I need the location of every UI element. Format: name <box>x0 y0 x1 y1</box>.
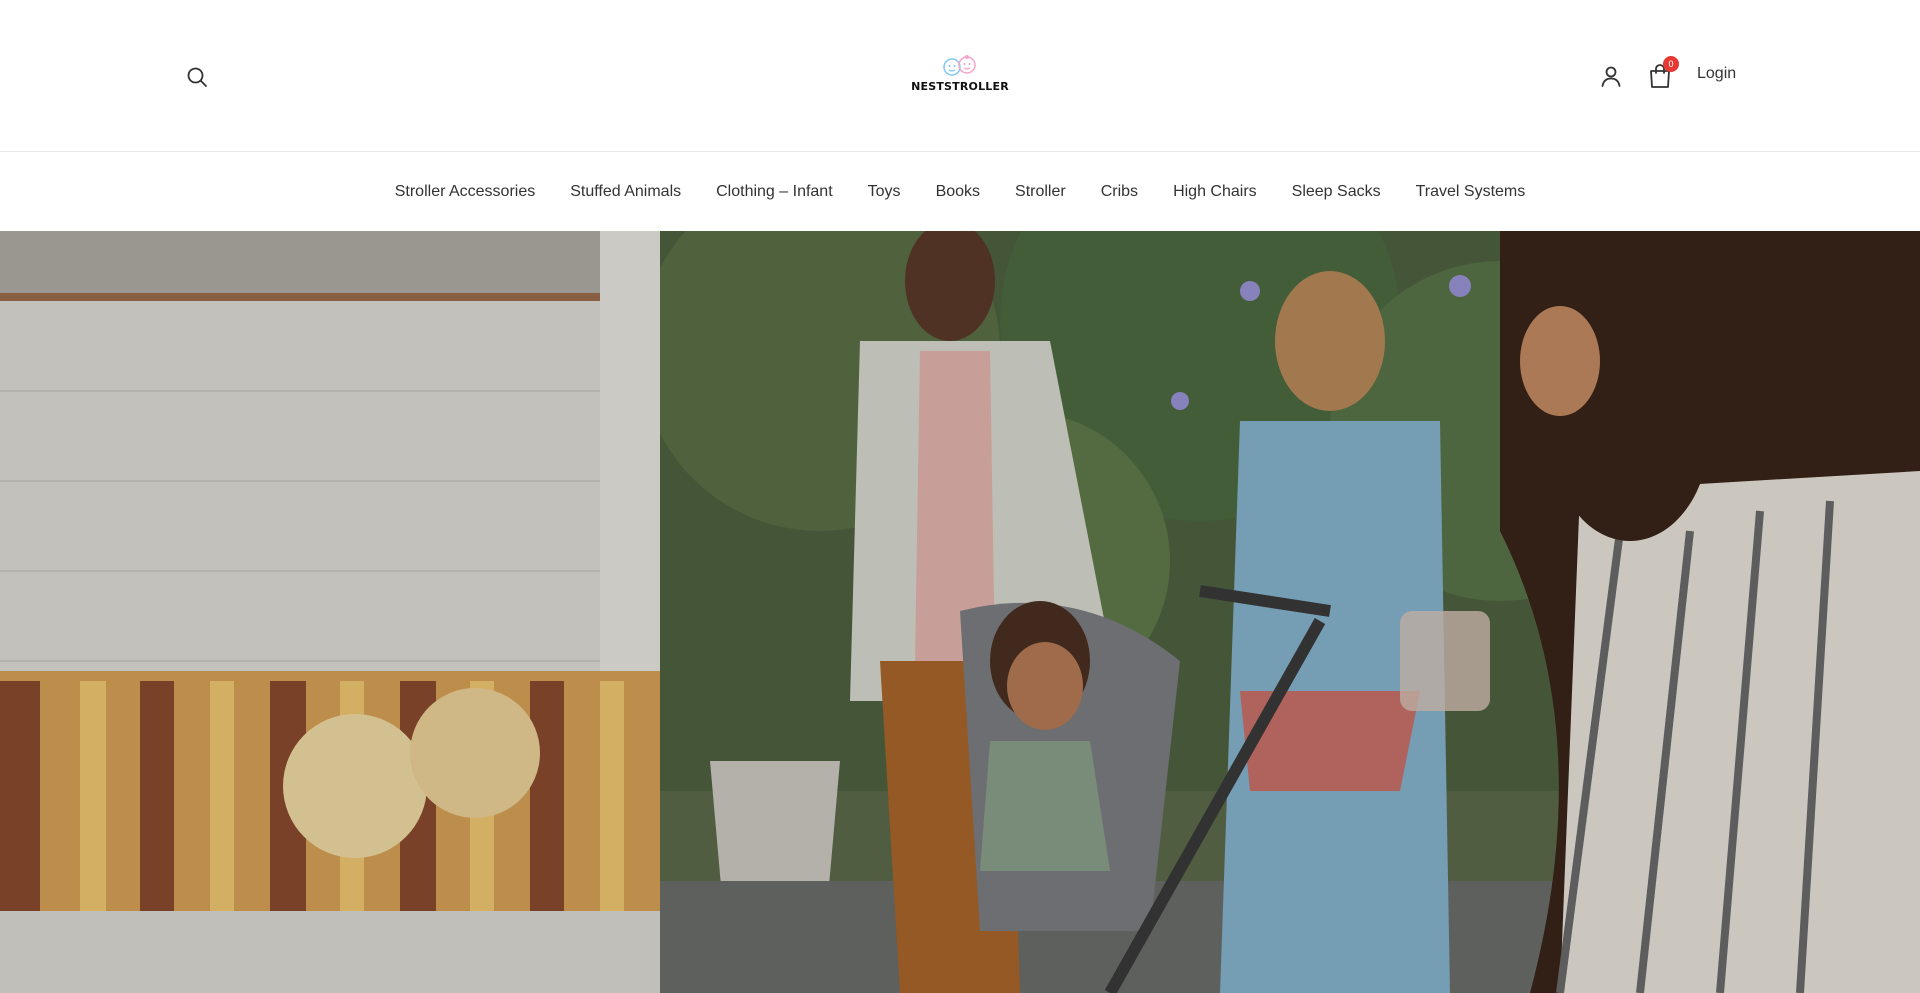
logo-wordmark: NESTSTROLLER <box>911 80 1009 93</box>
logo-icon <box>943 55 976 76</box>
nav-list: Stroller Accessories Stuffed Animals Clo… <box>377 183 1543 201</box>
cart-count-badge: 0 <box>1663 56 1679 72</box>
search-icon <box>187 67 207 87</box>
nav-item-travel-systems[interactable]: Travel Systems <box>1398 183 1543 201</box>
nav-item-high-chairs[interactable]: High Chairs <box>1156 183 1275 201</box>
account-button[interactable] <box>1598 63 1624 89</box>
site-header: NESTSTROLLER 0 Login <box>0 0 1920 152</box>
search-button[interactable] <box>184 64 210 90</box>
nav-item-stroller-accessories[interactable]: Stroller Accessories <box>377 183 553 201</box>
main-navigation: Stroller Accessories Stuffed Animals Clo… <box>0 153 1920 231</box>
nav-item-clothing-infant[interactable]: Clothing – Infant <box>699 183 851 201</box>
nav-item-sleep-sacks[interactable]: Sleep Sacks <box>1274 183 1398 201</box>
hero-banner[interactable] <box>0 231 1920 993</box>
hero-image <box>0 231 1920 993</box>
login-link[interactable]: Login <box>1697 65 1736 83</box>
nav-item-toys[interactable]: Toys <box>850 183 918 201</box>
nav-item-stuffed-animals[interactable]: Stuffed Animals <box>553 183 699 201</box>
user-icon <box>1601 66 1621 87</box>
nav-item-stroller[interactable]: Stroller <box>998 183 1084 201</box>
nav-item-cribs[interactable]: Cribs <box>1083 183 1155 201</box>
nav-item-books[interactable]: Books <box>918 183 997 201</box>
site-logo[interactable]: NESTSTROLLER <box>910 54 1010 98</box>
